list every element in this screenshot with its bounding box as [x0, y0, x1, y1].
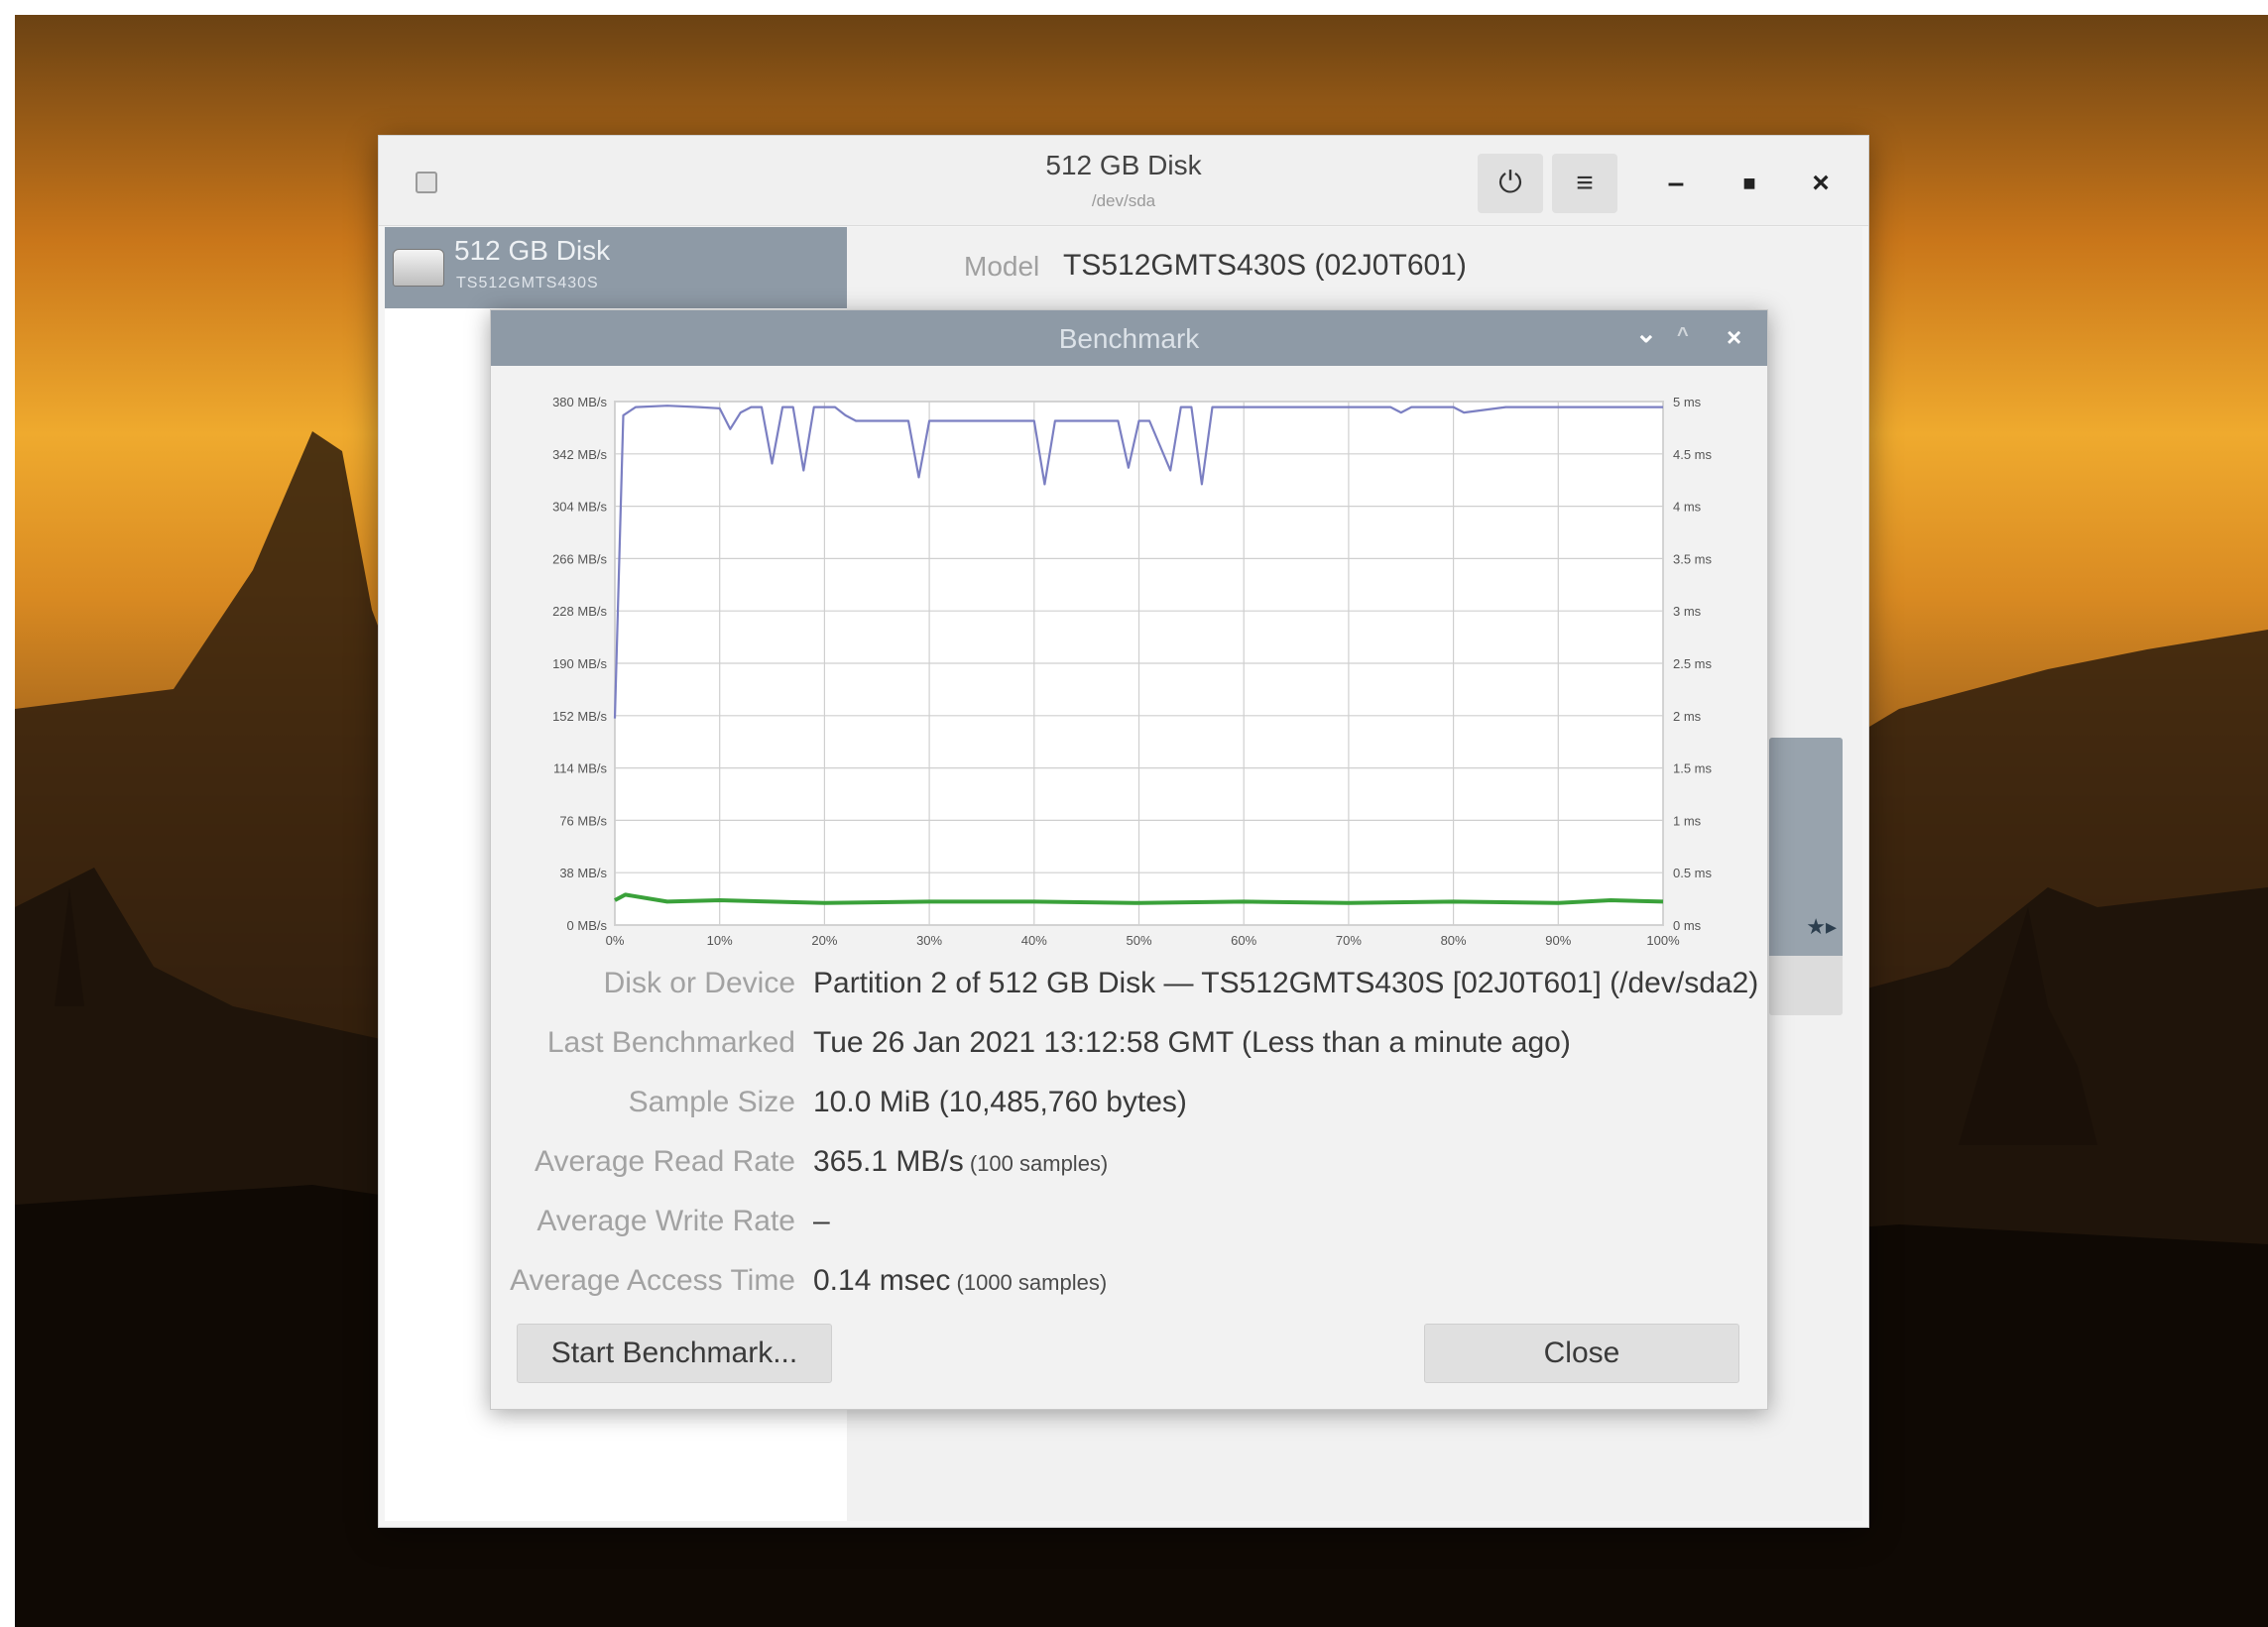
info-row: Disk or Device Partition 2 of 512 GB Disk…	[491, 967, 1767, 1016]
benchmark-dialog-header: Benchmark ⌄ ^ ×	[491, 310, 1767, 366]
info-value: –	[813, 1205, 830, 1238]
y-right-tick-label: 1.5 ms	[1673, 761, 1713, 776]
model-label: Model	[964, 251, 1040, 282]
y-left-tick-label: 304 MB/s	[552, 500, 607, 515]
minimize-button[interactable]: –	[1654, 162, 1698, 205]
info-label: Disk or Device	[603, 967, 795, 999]
info-label: Sample Size	[628, 1086, 795, 1118]
benchmark-dialog: Benchmark ⌄ ^ × 380 MB/s 5 ms 342 MB/s 4.5 …	[490, 309, 1768, 1410]
info-label: Last Benchmarked	[546, 1026, 795, 1059]
info-value-note: (100 samples)	[963, 1151, 1109, 1176]
info-label: Average Write Rate	[537, 1205, 795, 1237]
y-left-tick-label: 38 MB/s	[559, 866, 607, 880]
x-tick-label: 60%	[1231, 933, 1256, 948]
info-value-text: –	[813, 1205, 830, 1237]
sidebar-item-model: TS512GMTS430S	[456, 275, 599, 291]
x-tick-label: 10%	[707, 933, 733, 948]
y-right-tick-label: 3.5 ms	[1673, 551, 1713, 566]
y-right-tick-label: 0 ms	[1673, 918, 1702, 933]
y-left-tick-label: 152 MB/s	[552, 709, 607, 724]
info-row: Average Access Time 0.14 msec (1000 sampl…	[491, 1264, 1767, 1314]
chevron-down-icon: ⌄	[1635, 318, 1657, 348]
benchmark-chart-svg: 380 MB/s 5 ms 342 MB/s 4.5 ms 304 MB/s 4 ms 26…	[552, 395, 1713, 948]
y-left-tick-label: 342 MB/s	[552, 447, 607, 462]
drive-icon	[393, 249, 444, 287]
window-titlebar: 512 GB Disk /dev/sda ⏻ ≡ – ■ ×	[379, 136, 1868, 226]
close-window-button[interactable]: ×	[1799, 162, 1843, 205]
info-value-text: 0.14 msec	[813, 1264, 951, 1297]
info-value: 10.0 MiB (10,485,760 bytes)	[813, 1086, 1187, 1119]
hamburger-menu-icon: ≡	[1576, 167, 1594, 199]
info-row: Last Benchmarked Tue 26 Jan 2021 13:12:58…	[491, 1026, 1767, 1076]
star-arrow-icon: ★▸	[1806, 914, 1837, 939]
dialog-close-button[interactable]: ×	[1727, 322, 1741, 353]
power-icon: ⏻	[1498, 167, 1522, 199]
start-benchmark-button[interactable]: Start Benchmark...	[517, 1324, 832, 1383]
y-right-tick-label: 1 ms	[1673, 813, 1702, 828]
y-right-tick-label: 2 ms	[1673, 709, 1702, 724]
info-value-text: 365.1 MB/s	[813, 1145, 964, 1178]
y-right-tick-label: 4 ms	[1673, 500, 1702, 515]
dialog-collapse-button[interactable]: ⌄	[1635, 318, 1657, 349]
x-tick-label: 20%	[811, 933, 837, 948]
x-tick-label: 50%	[1126, 933, 1151, 948]
y-left-tick-label: 228 MB/s	[552, 604, 607, 619]
y-left-tick-label: 0 MB/s	[567, 918, 608, 933]
info-value-text: Partition 2 of 512 GB Disk — TS512GMTS43…	[813, 967, 1759, 999]
x-tick-label: 40%	[1021, 933, 1047, 948]
close-icon: ×	[1812, 167, 1830, 199]
info-label: Average Access Time	[510, 1264, 795, 1297]
x-tick-label: 0%	[606, 933, 625, 948]
sidebar-item-label: 512 GB Disk	[454, 235, 611, 266]
x-tick-label: 70%	[1336, 933, 1362, 948]
y-left-tick-label: 114 MB/s	[553, 761, 607, 776]
volume-scroll-panel[interactable]: ★▸	[1769, 738, 1843, 1015]
info-value: 365.1 MB/s (100 samples)	[813, 1145, 1108, 1179]
menu-button[interactable]: ≡	[1552, 154, 1617, 213]
info-value-text: Tue 26 Jan 2021 13:12:58 GMT (Less than …	[813, 1026, 1571, 1059]
info-row: Average Write Rate –	[491, 1205, 1767, 1254]
benchmark-chart: 380 MB/s 5 ms 342 MB/s 4.5 ms 304 MB/s 4 ms 26…	[491, 366, 1767, 951]
info-row: Sample Size 10.0 MiB (10,485,760 bytes)	[491, 1086, 1767, 1135]
y-left-tick-label: 266 MB/s	[552, 551, 607, 566]
y-right-tick-label: 0.5 ms	[1673, 866, 1713, 880]
benchmark-title: Benchmark	[1058, 323, 1200, 354]
close-button[interactable]: Close	[1424, 1324, 1739, 1383]
minimize-icon: –	[1667, 167, 1685, 199]
info-value: Tue 26 Jan 2021 13:12:58 GMT (Less than …	[813, 1026, 1571, 1060]
info-label: Average Read Rate	[535, 1145, 795, 1178]
info-value: Partition 2 of 512 GB Disk — TS512GMTS43…	[813, 967, 1758, 1000]
info-value: 0.14 msec (1000 samples)	[813, 1264, 1107, 1298]
close-icon: ×	[1727, 322, 1742, 352]
sidebar-item-512gb-disk[interactable]: 512 GB Disk TS512GMTS430S	[385, 227, 847, 308]
y-left-tick-label: 76 MB/s	[559, 813, 607, 828]
x-tick-label: 100%	[1646, 933, 1680, 948]
x-tick-label: 30%	[916, 933, 942, 948]
y-left-tick-label: 190 MB/s	[552, 656, 607, 671]
maximize-button[interactable]: ■	[1728, 162, 1771, 205]
info-row: Average Read Rate 365.1 MB/s (100 samples…	[491, 1145, 1767, 1195]
x-tick-label: 90%	[1545, 933, 1571, 948]
y-right-tick-label: 2.5 ms	[1673, 656, 1713, 671]
info-value-note: (1000 samples)	[950, 1270, 1108, 1295]
y-right-tick-label: 4.5 ms	[1673, 447, 1713, 462]
model-value: TS512GMTS430S (02J0T601)	[1063, 249, 1467, 282]
window-subtitle: /dev/sda	[1091, 191, 1156, 210]
x-tick-label: 80%	[1441, 933, 1467, 948]
power-button[interactable]: ⏻	[1478, 154, 1543, 213]
y-right-tick-label: 3 ms	[1673, 604, 1702, 619]
y-left-tick-label: 380 MB/s	[552, 395, 607, 409]
info-value-text: 10.0 MiB (10,485,760 bytes)	[813, 1086, 1187, 1118]
chevron-up-icon: ^	[1677, 324, 1689, 346]
y-right-tick-label: 5 ms	[1673, 395, 1702, 409]
dialog-maximize-button[interactable]: ^	[1677, 324, 1689, 347]
maximize-icon: ■	[1742, 171, 1756, 195]
window-title: 512 GB Disk	[1045, 150, 1202, 180]
